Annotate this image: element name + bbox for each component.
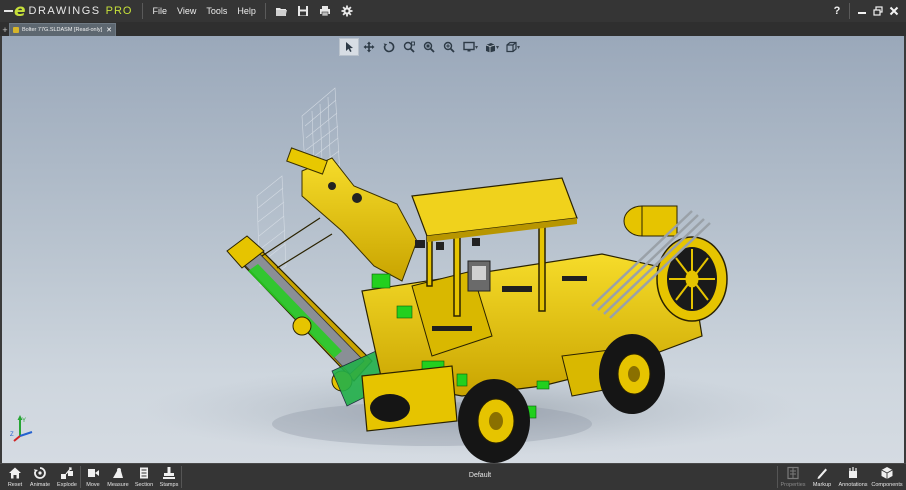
reset-button[interactable]: Reset	[4, 464, 26, 490]
new-tab-button[interactable]: +	[1, 24, 9, 36]
home-icon	[9, 467, 21, 479]
bottom-right-tools: Properties Markup Annotations Components	[777, 464, 904, 490]
projection-dropdown-caret[interactable]: ▾	[517, 44, 520, 51]
measure-icon	[113, 468, 123, 478]
bottom-toolbar: Reset Animate Explode Move Measure Secti…	[0, 463, 906, 490]
menu-tools[interactable]: Tools	[201, 6, 232, 16]
components-button[interactable]: Components	[870, 464, 904, 490]
reset-label: Reset	[7, 482, 23, 488]
components-label: Components	[871, 482, 903, 488]
annotations-icon	[849, 467, 857, 478]
move-button[interactable]: Move	[81, 464, 105, 490]
title-bar: e DRAWINGS PRO File View Tools Help ?	[0, 0, 906, 23]
select-pointer-icon[interactable]	[339, 38, 359, 56]
document-tab-strip: + Bolter 77G.SLDASM [Read-only] ✕	[0, 22, 906, 36]
minimize-button[interactable]	[854, 2, 870, 20]
view-toolbar: ▾ ▾ ▾	[339, 38, 522, 56]
logo-e-mark: e	[14, 0, 26, 21]
window-controls: ?	[829, 0, 902, 22]
animate-label: Animate	[29, 482, 51, 488]
menu-help[interactable]: Help	[232, 6, 261, 16]
measure-button[interactable]: Measure	[105, 464, 131, 490]
explode-button[interactable]: Explode	[54, 464, 80, 490]
markup-button[interactable]: Markup	[808, 464, 836, 490]
measure-label: Measure	[107, 482, 129, 488]
annotations-button[interactable]: Annotations	[836, 464, 870, 490]
animate-icon	[33, 467, 46, 479]
open-file-icon[interactable]	[272, 2, 290, 20]
restore-icon	[873, 6, 883, 16]
print-icon[interactable]	[316, 2, 334, 20]
markup-label: Markup	[812, 482, 832, 488]
logo-pro-label: PRO	[105, 5, 133, 17]
rear-wheel	[599, 334, 665, 414]
bottom-left-tools: Reset Animate Explode Move Measure Secti…	[4, 464, 182, 490]
pan-icon[interactable]	[359, 38, 379, 56]
menu-file[interactable]: File	[147, 6, 172, 16]
menu-view[interactable]: View	[172, 6, 201, 16]
close-button[interactable]	[886, 2, 902, 20]
section-button[interactable]: Section	[131, 464, 157, 490]
stamps-button[interactable]: Stamps	[157, 464, 181, 490]
edrawings-pro-logo: e DRAWINGS PRO	[0, 0, 138, 22]
move-label: Move	[86, 482, 100, 488]
help-button[interactable]: ?	[829, 2, 845, 20]
settings-gear-icon[interactable]	[338, 2, 356, 20]
stamp-icon	[163, 467, 175, 479]
svg-text:Z: Z	[10, 432, 14, 438]
stamps-label: Stamps	[159, 482, 179, 488]
zoom-to-fit-icon[interactable]	[399, 38, 419, 56]
annotations-label: Annotations	[838, 482, 868, 488]
display-style-dropdown-caret[interactable]: ▾	[475, 44, 478, 51]
3d-viewport[interactable]: ▾ ▾ ▾ Y Z	[2, 36, 904, 463]
tab-close-icon[interactable]: ✕	[106, 26, 112, 34]
section-icon	[140, 467, 148, 479]
window-controls-divider	[849, 3, 850, 19]
rotate-icon[interactable]	[379, 38, 399, 56]
restore-button[interactable]	[870, 2, 886, 20]
move-icon	[88, 469, 99, 477]
assembly-file-icon	[13, 27, 19, 33]
properties-button[interactable]: Properties	[778, 464, 808, 490]
view-orientation-dropdown-caret[interactable]: ▾	[496, 44, 499, 51]
toolbar-divider	[264, 3, 266, 19]
properties-label: Properties	[780, 482, 806, 488]
explode-label: Explode	[57, 482, 77, 488]
bottom-toolbar-divider-2	[181, 466, 182, 488]
configuration-name[interactable]: Default	[440, 472, 520, 479]
menu-divider	[142, 3, 144, 19]
logo-wordmark: DRAWINGS	[28, 5, 101, 17]
front-wheel	[458, 379, 530, 463]
pen-icon	[817, 468, 827, 479]
bolter-3d-model[interactable]	[2, 36, 904, 463]
properties-icon	[787, 466, 799, 480]
document-tab[interactable]: Bolter 77G.SLDASM [Read-only] ✕	[9, 23, 116, 36]
section-label: Section	[134, 482, 154, 488]
minimize-icon	[858, 12, 866, 14]
logo-dash-mark	[4, 10, 13, 12]
animate-button[interactable]: Animate	[26, 464, 54, 490]
components-cube-icon	[881, 467, 893, 479]
explode-icon	[61, 467, 73, 479]
close-icon	[889, 6, 899, 16]
axis-triad-icon: Y Z	[10, 415, 33, 442]
zoom-to-area-icon[interactable]	[419, 38, 439, 56]
svg-text:Y: Y	[22, 418, 26, 424]
document-tab-label: Bolter 77G.SLDASM [Read-only]	[22, 27, 103, 33]
zoom-icon[interactable]	[439, 38, 459, 56]
save-icon[interactable]	[294, 2, 312, 20]
